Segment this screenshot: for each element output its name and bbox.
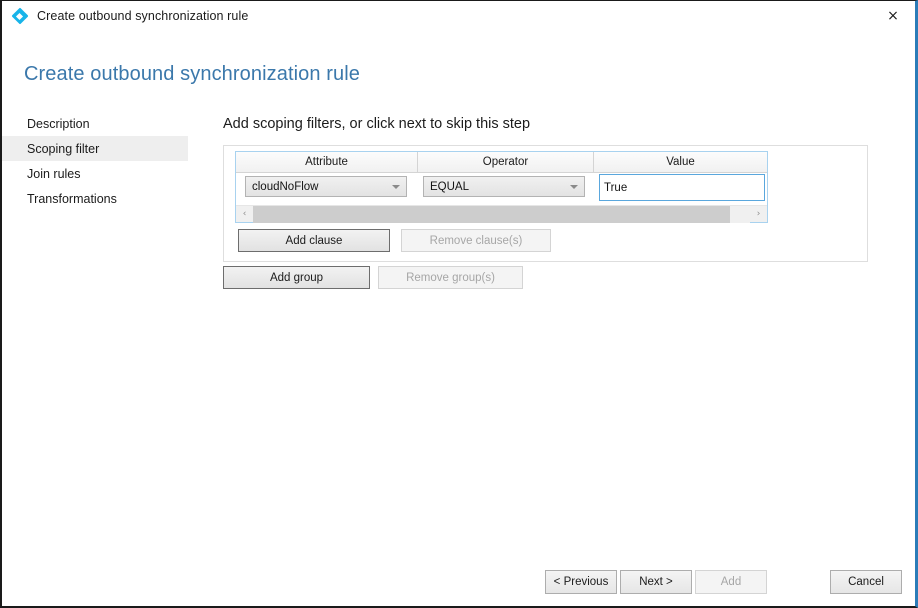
value-cell [599,174,765,201]
previous-button[interactable]: < Previous [545,570,617,594]
sidebar-item-transformations[interactable]: Transformations [2,186,188,211]
operator-dropdown-value: EQUAL [430,180,469,193]
remove-clause-button: Remove clause(s) [401,229,551,252]
sidebar-item-description[interactable]: Description [2,111,188,136]
chevron-down-icon [392,184,400,189]
table-row: cloudNoFlow EQUAL [236,173,767,203]
chevron-down-icon [570,184,578,189]
scroll-right-icon[interactable]: › [750,206,767,223]
sidebar-item-label: Transformations [27,191,117,206]
sidebar-item-scoping-filter[interactable]: Scoping filter [2,136,188,161]
scroll-left-icon[interactable]: ‹ [236,206,253,223]
operator-cell: EQUAL [423,176,585,197]
add-button: Add [695,570,767,594]
sidebar-item-label: Join rules [27,166,81,181]
window-title: Create outbound synchronization rule [37,9,249,23]
scoping-filter-group: Attribute Operator Value cloudNoFlow EQU… [223,145,868,262]
page-title: Create outbound synchronization rule [24,63,361,85]
title-bar: Create outbound synchronization rule × [2,1,915,32]
sidebar-item-join-rules[interactable]: Join rules [2,161,188,186]
column-header-operator[interactable]: Operator [418,152,594,173]
attribute-cell: cloudNoFlow [245,176,407,197]
scrollbar-track[interactable] [253,205,750,223]
add-clause-button[interactable]: Add clause [238,229,390,252]
grid-header-row: Attribute Operator Value [236,152,767,173]
close-icon[interactable]: × [871,1,915,31]
clause-grid: Attribute Operator Value cloudNoFlow EQU… [235,151,768,223]
sidebar-item-label: Description [27,116,90,131]
cancel-button[interactable]: Cancel [830,570,902,594]
content-heading: Add scoping filters, or click next to sk… [223,116,531,132]
dialog-footer: < Previous Next > Add Cancel [2,570,915,594]
column-header-value[interactable]: Value [594,152,767,173]
grid-horizontal-scrollbar[interactable]: ‹ › [236,205,767,223]
column-header-attribute[interactable]: Attribute [236,152,418,173]
wizard-step-nav: Description Scoping filter Join rules Tr… [2,111,188,211]
dialog-window: Create outbound synchronization rule × C… [0,0,918,608]
attribute-dropdown-value: cloudNoFlow [252,180,319,193]
add-group-button[interactable]: Add group [223,266,370,289]
attribute-dropdown[interactable]: cloudNoFlow [245,176,407,197]
operator-dropdown[interactable]: EQUAL [423,176,585,197]
scrollbar-thumb[interactable] [253,205,731,223]
sync-rule-diamond-icon [11,7,28,25]
remove-group-button: Remove group(s) [378,266,523,289]
value-input[interactable] [599,174,765,201]
sidebar-item-label: Scoping filter [27,141,100,156]
next-button[interactable]: Next > [620,570,692,594]
